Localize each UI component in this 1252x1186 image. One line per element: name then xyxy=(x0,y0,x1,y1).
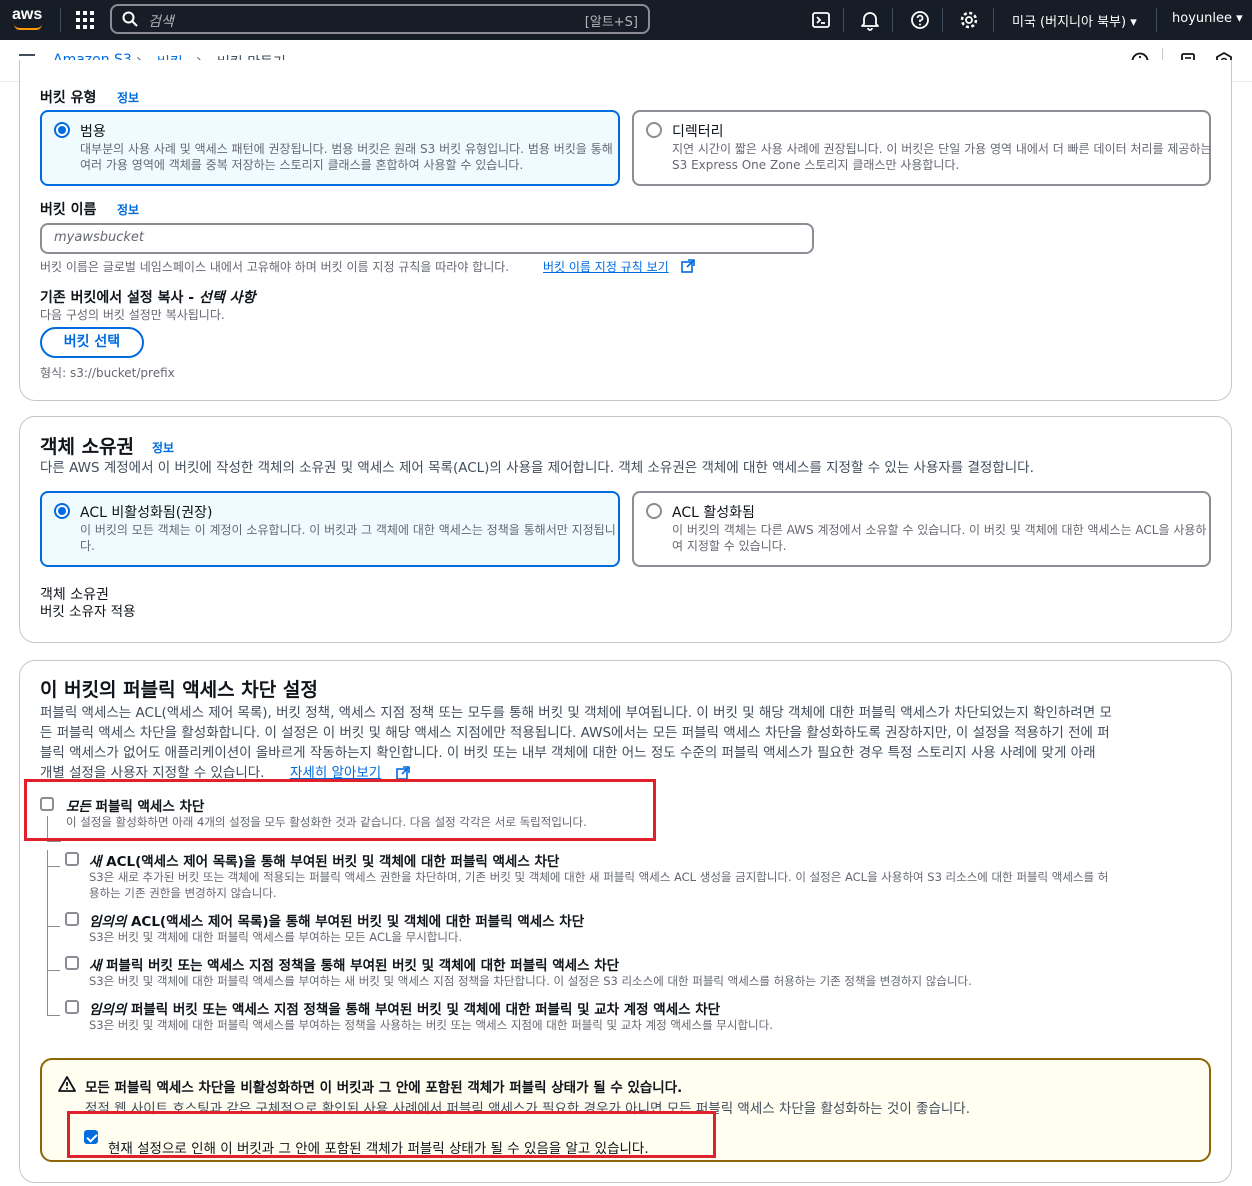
nav-divider xyxy=(60,8,61,32)
copy-settings-label: 기존 버킷에서 설정 복사 - 선택 사항 xyxy=(40,287,255,307)
block-new-acl-title: 새 ACL(액세스 제어 목록)을 통해 부여된 버킷 및 객체에 대한 퍼블릭… xyxy=(89,850,559,870)
object-ownership-value: 버킷 소유자 적용 xyxy=(40,604,136,620)
search-shortcut: [알트+S] xyxy=(584,15,638,30)
option-title-text: 퍼블릭 버킷 또는 액세스 지점 정책을 통해 부여된 버킷 및 객체에 대한 … xyxy=(101,958,620,974)
bucket-name-info-link[interactable]: 정보 xyxy=(117,201,139,218)
option-em: 새 xyxy=(89,854,102,870)
bucket-name-placeholder: myawsbucket xyxy=(54,230,144,245)
search-placeholder: 검색 xyxy=(148,14,174,30)
block-public-access-desc-3: 블릭 액세스가 없어도 애플리케이션이 올바르게 작동하는지 확인합니다. 이 … xyxy=(40,745,1096,761)
acl-disabled-option[interactable]: ACL 비활성화됨(권장) 이 버킷의 모든 객체는 이 계정이 소유합니다. … xyxy=(40,491,620,567)
option-em: 새 xyxy=(89,958,102,974)
radio-general[interactable] xyxy=(54,122,70,138)
block-any-policy-title: 임의의 퍼블릭 버킷 또는 액세스 지점 정책을 통해 부여된 버킷 및 객체에… xyxy=(89,998,720,1018)
services-grid-icon[interactable] xyxy=(76,11,94,29)
acl-enabled-title: ACL 활성화됨 xyxy=(672,505,755,521)
object-ownership-info-link[interactable]: 정보 xyxy=(152,439,174,456)
nav-divider xyxy=(993,8,994,32)
region-selector[interactable]: 미국 (버지니아 북부) ▾ xyxy=(1012,11,1137,30)
tree-connector xyxy=(47,926,60,927)
choose-bucket-button[interactable]: 버킷 선택 xyxy=(40,327,144,358)
tree-connector xyxy=(47,866,60,867)
acl-disabled-title: ACL 비활성화됨(권장) xyxy=(80,505,213,521)
bucket-type-general-option[interactable]: 범용 대부분의 사용 사례 및 액세스 패턴에 권장됩니다. 범용 버킷은 원래… xyxy=(40,110,620,186)
tree-connector xyxy=(47,850,48,1016)
tree-connector xyxy=(47,841,61,842)
warning-title: 모든 퍼블릭 액세스 차단을 비활성화하면 이 버킷과 그 안에 포함된 객체가… xyxy=(85,1080,683,1096)
acl-enabled-desc: 이 버킷의 객체는 다른 AWS 계정에서 소유할 수 있습니다. 이 버킷 및… xyxy=(672,523,1207,553)
aws-logo[interactable]: aws xyxy=(12,7,46,33)
bucket-name-input[interactable]: myawsbucket xyxy=(40,223,814,254)
user-menu[interactable]: hoyunlee ▾ xyxy=(1172,11,1243,26)
bucket-type-general-title: 범용 xyxy=(80,124,106,140)
radio-directory[interactable] xyxy=(646,122,662,138)
format-hint: 형식: s3://bucket/prefix xyxy=(40,366,175,380)
block-new-policy-desc: S3은 버킷 및 객체에 대한 퍼블릭 액세스를 부여하는 새 버킷 및 액세스… xyxy=(89,974,972,988)
object-ownership-desc: 다른 AWS 계정에서 이 버킷에 작성한 객체의 소유권 및 액세스 제어 목… xyxy=(40,460,1034,476)
search-icon xyxy=(122,11,138,27)
bell-icon[interactable] xyxy=(859,9,881,31)
external-link-icon xyxy=(681,259,695,273)
copy-settings-label-text: 기존 버킷에서 설정 복사 - xyxy=(40,290,199,306)
aws-logo-text: aws xyxy=(12,6,43,23)
option-em: 임의의 xyxy=(89,914,127,930)
option-title-text: ACL(액세스 제어 목록)을 통해 부여된 버킷 및 객체에 대한 퍼블릭 액… xyxy=(101,854,560,870)
block-public-access-desc-1: 퍼블릭 액세스는 ACL(액세스 제어 목록), 버킷 정책, 액세스 지점 정… xyxy=(40,705,1112,721)
help-icon[interactable] xyxy=(909,9,931,31)
block-public-access-desc-2: 든 퍼블릭 액세스 차단을 활성화합니다. 이 설정은 이 버킷 및 해당 액세… xyxy=(40,725,1110,741)
block-new-policy-checkbox[interactable] xyxy=(65,956,79,970)
nav-divider xyxy=(942,8,943,32)
acl-enabled-option[interactable]: ACL 활성화됨 이 버킷의 객체는 다른 AWS 계정에서 소유할 수 있습니… xyxy=(632,491,1211,567)
highlight-box-block-all xyxy=(24,779,656,841)
block-any-policy-desc: S3은 버킷 및 객체에 대한 퍼블릭 액세스를 부여하는 정책을 사용하는 버… xyxy=(89,1018,773,1032)
object-ownership-field-label: 객체 소유권 xyxy=(40,587,109,603)
block-any-acl-desc: S3은 버킷 및 객체에 대한 퍼블릭 액세스를 부여하는 모든 ACL을 무시… xyxy=(89,930,463,944)
tree-connector xyxy=(47,1015,60,1016)
block-any-policy-checkbox[interactable] xyxy=(65,1000,79,1014)
settings-icon[interactable] xyxy=(958,9,980,31)
nav-divider xyxy=(1156,8,1157,32)
optional-label: 선택 사항 xyxy=(198,290,256,306)
bucket-type-directory-title: 디렉터리 xyxy=(672,124,724,140)
option-title-text: 퍼블릭 버킷 또는 액세스 지점 정책을 통해 부여된 버킷 및 객체에 대한 … xyxy=(126,1002,721,1018)
acl-disabled-desc: 이 버킷의 모든 객체는 이 계정이 소유합니다. 이 버킷과 그 객체에 대한… xyxy=(80,523,616,553)
nav-divider xyxy=(843,8,844,32)
radio-acl-enabled[interactable] xyxy=(646,503,662,519)
block-new-policy-title: 새 퍼블릭 버킷 또는 액세스 지점 정책을 통해 부여된 버킷 및 객체에 대… xyxy=(89,954,619,974)
cloudshell-icon[interactable] xyxy=(810,9,832,31)
bucket-name-label: 버킷 이름 xyxy=(40,202,97,218)
block-any-acl-checkbox[interactable] xyxy=(65,912,79,926)
copy-settings-desc: 다음 구성의 버킷 설정만 복사됩니다. xyxy=(40,308,225,322)
bucket-type-directory-option[interactable]: 디렉터리 지연 시간이 짧은 사용 사례에 권장됩니다. 이 버킷은 단일 가용… xyxy=(632,110,1212,186)
block-new-acl-desc-1: S3은 새로 추가된 버킷 또는 객체에 적용되는 퍼블릭 액세스 권한을 차단… xyxy=(89,870,1109,884)
highlight-box-acknowledge xyxy=(67,1111,716,1158)
block-new-acl-desc-2: 용하는 기존 권한을 변경하지 않습니다. xyxy=(89,886,277,900)
bucket-type-directory-desc: 지연 시간이 짧은 사용 사례에 권장됩니다. 이 버킷은 단일 가용 영역 내… xyxy=(672,142,1212,172)
block-new-acl-checkbox[interactable] xyxy=(65,852,79,866)
option-em: 임의의 xyxy=(89,1002,127,1018)
bucket-type-general-desc: 대부분의 사용 사례 및 액세스 패턴에 권장됩니다. 범용 버킷은 원래 S3… xyxy=(80,142,613,172)
external-link-icon xyxy=(396,766,410,780)
warning-icon xyxy=(58,1076,76,1092)
bucket-name-help: 버킷 이름은 글로벌 네임스페이스 내에서 고유해야 하며 버킷 이름 지정 규… xyxy=(40,260,510,274)
search-input[interactable]: 검색 [알트+S] xyxy=(110,4,650,34)
tree-connector xyxy=(47,970,60,971)
radio-acl-disabled[interactable] xyxy=(54,503,70,519)
aws-smile-icon xyxy=(14,24,42,30)
object-ownership-title: 객체 소유권 xyxy=(40,436,135,458)
top-navigation: aws 검색 [알트+S] 미국 (버지니아 북부) ▾ hoyunlee ▾ xyxy=(0,0,1252,40)
block-any-acl-title: 임의의 ACL(액세스 제어 목록)을 통해 부여된 버킷 및 객체에 대한 퍼… xyxy=(89,910,584,930)
bucket-type-info-link[interactable]: 정보 xyxy=(117,89,139,106)
bucket-naming-rules-link[interactable]: 버킷 이름 지정 규칙 보기 xyxy=(543,258,669,275)
option-title-text: ACL(액세스 제어 목록)을 통해 부여된 버킷 및 객체에 대한 퍼블릭 액… xyxy=(126,914,585,930)
block-public-access-title: 이 버킷의 퍼블릭 액세스 차단 설정 xyxy=(40,679,318,701)
nav-divider xyxy=(892,8,893,32)
bucket-type-label: 버킷 유형 xyxy=(40,90,97,106)
